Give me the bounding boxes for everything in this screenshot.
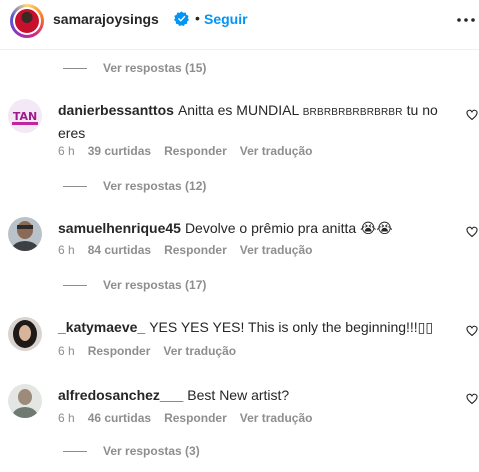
view-replies-label: Ver respostas (15) <box>103 61 207 75</box>
replies-line <box>63 450 87 452</box>
comment-body: danierbessanttos Anitta es MUNDIAL BRBRBR… <box>58 100 453 143</box>
commenter-avatar[interactable] <box>8 384 42 418</box>
comment-time[interactable]: 6 h <box>58 144 75 158</box>
commenter-username[interactable]: alfredosanchez___ <box>58 387 183 403</box>
reply-button[interactable]: Responder <box>164 411 227 425</box>
comment-meta: 6 h 46 curtidas Responder Ver tradução <box>58 411 325 425</box>
comment-likes[interactable]: 84 curtidas <box>88 243 151 257</box>
replies-line <box>63 284 87 286</box>
comment-likes[interactable]: 46 curtidas <box>88 411 151 425</box>
follow-button[interactable]: Seguir <box>204 11 248 27</box>
comment-likes[interactable]: 39 curtidas <box>88 144 151 158</box>
comment-time[interactable]: 6 h <box>58 344 75 358</box>
translate-button[interactable]: Ver tradução <box>240 411 313 425</box>
translate-button[interactable]: Ver tradução <box>240 144 313 158</box>
view-replies-label: Ver respostas (12) <box>103 179 207 193</box>
comment-text-caps: BRBRBRBRBRBRBR <box>302 107 403 118</box>
heart-icon[interactable] <box>466 393 478 405</box>
verified-badge-icon <box>174 11 189 26</box>
commenter-username[interactable]: _katymaeve_ <box>58 319 145 335</box>
commenter-avatar[interactable] <box>8 317 42 351</box>
author-username[interactable]: samarajoysings <box>53 11 159 27</box>
comment-body: _katymaeve_ YES YES YES! This is only the… <box>58 317 453 337</box>
view-replies-button[interactable]: Ver respostas (15) <box>63 61 206 75</box>
commenter-avatar[interactable] <box>8 217 42 251</box>
author-avatar[interactable] <box>10 4 44 38</box>
translate-button[interactable]: Ver tradução <box>240 243 313 257</box>
heart-icon[interactable] <box>466 325 478 337</box>
heart-icon[interactable] <box>466 109 478 121</box>
view-replies-button[interactable]: Ver respostas (12) <box>63 179 206 193</box>
post-header: samarajoysings • Seguir <box>0 0 479 50</box>
comment-time[interactable]: 6 h <box>58 243 75 257</box>
view-replies-button[interactable]: Ver respostas (3) <box>63 444 200 458</box>
reply-button[interactable]: Responder <box>164 144 227 158</box>
comment-meta: 6 h 39 curtidas Responder Ver tradução <box>58 144 325 158</box>
view-replies-label: Ver respostas (3) <box>103 444 200 458</box>
comment-text: YES YES YES! This is only the beginning!… <box>149 319 434 335</box>
comment-text: Best New artist? <box>187 387 290 403</box>
commenter-username[interactable]: samuelhenrique45 <box>58 220 181 236</box>
comment-text: Devolve o prêmio pra anitta 😭😭 <box>184 220 393 236</box>
header-separator: • <box>195 10 200 26</box>
comment-time[interactable]: 6 h <box>58 411 75 425</box>
comment-meta: 6 h Responder Ver tradução <box>58 344 249 358</box>
view-replies-button[interactable]: Ver respostas (17) <box>63 278 206 292</box>
commenter-username[interactable]: danierbessanttos <box>58 102 174 118</box>
replies-line <box>63 185 87 187</box>
svg-text:TAN: TAN <box>13 110 37 123</box>
comment-text: Anitta es MUNDIAL <box>177 102 303 118</box>
reply-button[interactable]: Responder <box>88 344 151 358</box>
comment-meta: 6 h 84 curtidas Responder Ver tradução <box>58 243 325 257</box>
translate-button[interactable]: Ver tradução <box>163 344 236 358</box>
replies-line <box>63 67 87 69</box>
commenter-avatar[interactable]: TAN <box>8 99 42 133</box>
view-replies-label: Ver respostas (17) <box>103 278 207 292</box>
reply-button[interactable]: Responder <box>164 243 227 257</box>
comment-body: samuelhenrique45 Devolve o prêmio pra ani… <box>58 218 453 238</box>
comment-body: alfredosanchez___ Best New artist? <box>58 385 453 405</box>
more-options-icon[interactable] <box>456 10 476 30</box>
heart-icon[interactable] <box>466 226 478 238</box>
